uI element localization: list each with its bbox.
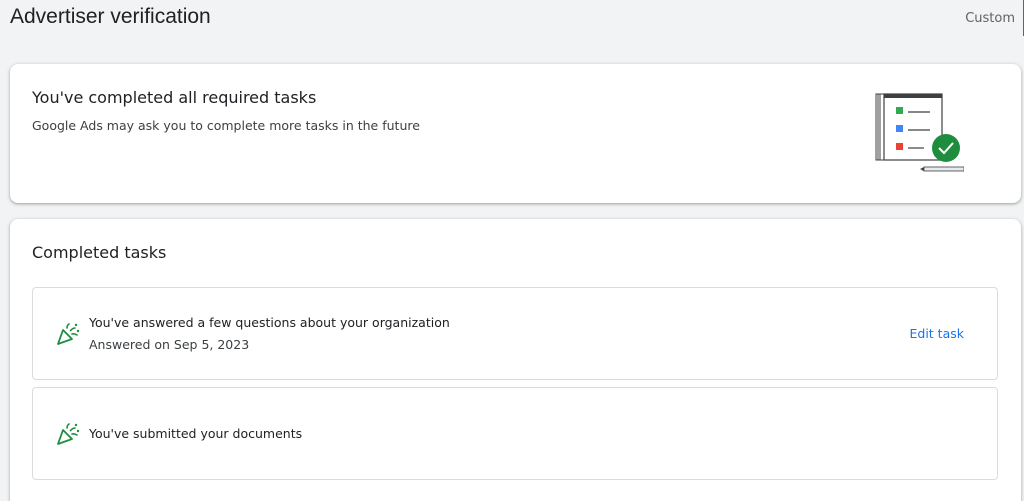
- page: Advertiser verification Custom You've co…: [0, 0, 1024, 501]
- celebration-icon: [57, 423, 80, 445]
- task-answered-date: Answered on Sep 5, 2023: [89, 337, 250, 352]
- summary-card: You've completed all required tasks Goog…: [10, 64, 1021, 203]
- completed-tasks-card: Completed tasks You've answered a few qu…: [10, 219, 1021, 501]
- task-row: You've answered a few questions about yo…: [32, 287, 998, 380]
- task-row: You've submitted your documents: [32, 387, 998, 480]
- checklist-complete-illustration: [875, 93, 964, 172]
- completed-tasks-heading: Completed tasks: [32, 243, 167, 262]
- celebration-icon: [57, 323, 80, 345]
- summary-title: You've completed all required tasks: [32, 88, 317, 107]
- task-title: You've submitted your documents: [89, 426, 303, 441]
- edit-task-button[interactable]: Edit task: [910, 326, 965, 341]
- page-title: Advertiser verification: [10, 5, 211, 28]
- summary-subtitle: Google Ads may ask you to complete more …: [32, 118, 420, 133]
- task-title: You've answered a few questions about yo…: [89, 315, 450, 330]
- custom-date-range-label[interactable]: Custom: [965, 11, 1015, 26]
